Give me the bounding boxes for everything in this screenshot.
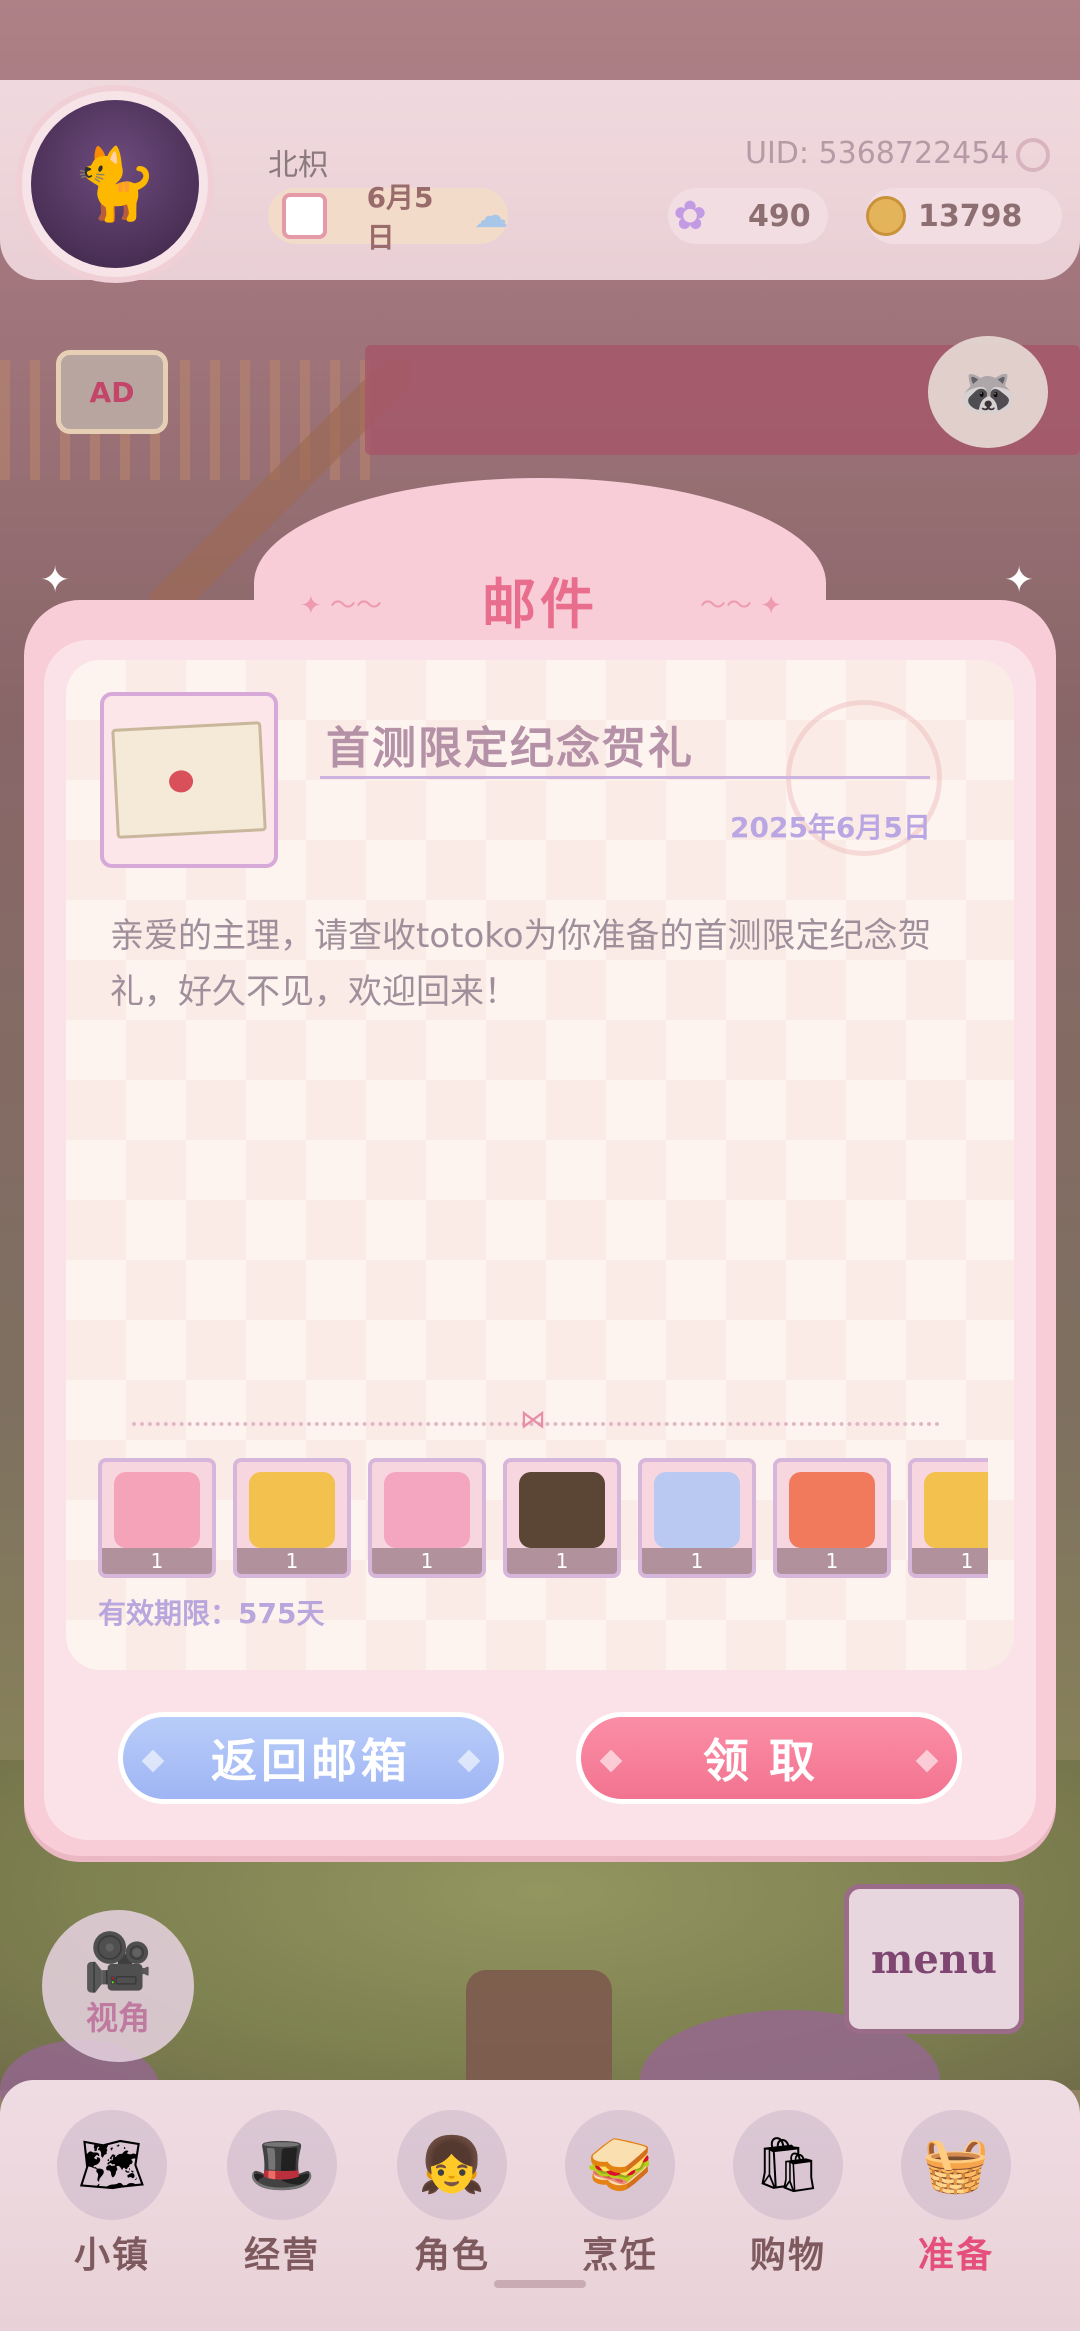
gem-amount: 490 [748,198,811,234]
coin-counter[interactable]: 13798 [866,188,1062,244]
reward-item[interactable]: 1 [908,1458,988,1578]
weather-cloud-icon: ☁ [474,196,508,236]
basket-icon: 🧺 [901,2110,1011,2220]
player-avatar[interactable]: 🐈 [16,85,214,283]
copy-uid-icon[interactable] [1016,138,1050,172]
gem-flower-icon: ✿ [673,193,707,239]
reward-count: 1 [237,1548,347,1574]
mail-title: 首测限定纪念贺礼 [326,723,694,774]
black-cat-icon: 🐈 [31,100,199,268]
nav-label: 准备 [917,2235,994,2276]
character-icon: 👧 [397,2110,507,2220]
calendar-icon [282,193,327,239]
reward-count: 1 [372,1548,482,1574]
camera-icon: 🎥 [83,1930,153,1995]
reward-item[interactable]: 1 [233,1458,351,1578]
current-date: 6月5日 [366,181,434,254]
reward-item[interactable]: 1 [503,1458,621,1578]
reward-item[interactable]: 1 [368,1458,486,1578]
nav-prepare[interactable]: 🧺 准备 [876,2110,1036,2310]
title-underline [320,776,930,779]
nav-label: 经营 [243,2235,320,2276]
map-icon: 🗺 [57,2110,167,2220]
nav-town[interactable]: 🗺 小镇 [32,2110,192,2310]
claim-button[interactable]: 领取 [576,1712,962,1804]
nav-business[interactable]: 🎩 经营 [202,2110,362,2310]
view-angle-button[interactable]: 🎥 视角 [42,1910,194,2062]
ribbon-bow-icon: ⋈ [520,1405,546,1435]
nav-label: 小镇 [73,2235,150,2276]
coin-icon [866,196,906,236]
coin-amount: 13798 [918,198,1023,234]
reward-list[interactable]: 1 1 1 1 1 1 1 [98,1458,988,1584]
view-angle-label: 视角 [85,1999,150,2037]
wreath-icon [249,1472,335,1548]
bed-icon [114,1472,200,1548]
title-flourish-right: ～～ ✦ [700,591,783,621]
gem-counter[interactable]: ✿ 490 [668,188,828,244]
raccoon-chat-icon[interactable]: 🦝 [928,336,1048,448]
mail-date: 2025年6月5日 [730,811,931,844]
mail-body-text: 亲爱的主理，请查收totoko为你准备的首测限定纪念贺礼，好久不见，欢迎回来！ [110,916,932,1012]
pink-dress-icon [384,1472,470,1548]
maid-dress-icon [519,1472,605,1548]
nav-label: 烹饪 [581,2235,658,2276]
sandwich-icon: 🥪 [565,2110,675,2220]
reward-count: 1 [912,1548,988,1574]
back-to-mailbox-button[interactable]: 返回邮箱 [118,1712,504,1804]
envelope-icon [111,721,267,839]
menu-book-button[interactable]: menu [844,1884,1024,2034]
reward-count: 1 [777,1548,887,1574]
button-diamond-icon [141,1749,165,1773]
ad-tv-button[interactable]: AD [56,350,168,434]
back-button-label: 返回邮箱 [211,1734,411,1788]
flower-hair-icon [789,1472,875,1548]
garden-lamp [466,1970,612,2090]
mail-envelope-thumbnail [100,692,278,868]
cat-outfit-icon [654,1472,740,1548]
locked-hat-icon: 🎩 [227,2110,337,2220]
flower-hair-icon [924,1472,988,1548]
nav-label: 角色 [413,2235,490,2276]
reward-item[interactable]: 1 [773,1458,891,1578]
player-name: 北枳 [268,148,328,183]
mail-window-title: 邮件 [482,573,598,636]
reward-count: 1 [507,1548,617,1574]
reward-item[interactable]: 1 [638,1458,756,1578]
reward-item[interactable]: 1 [98,1458,216,1578]
reward-count: 1 [102,1548,212,1574]
reward-count: 1 [642,1548,752,1574]
expiry-text: 有效期限：575天 [98,1597,325,1630]
date-indicator: 6月5日 ☁ [268,181,508,254]
nav-shopping[interactable]: 🛍 购物 [708,2110,868,2310]
nav-label: 购物 [749,2235,826,2276]
button-diamond-icon [457,1749,481,1773]
shopping-bag-icon: 🛍 [733,2110,843,2220]
button-diamond-icon [599,1749,623,1773]
home-indicator[interactable] [494,2280,586,2288]
player-uid: UID: 5368722454 [745,136,1010,171]
button-diamond-icon [915,1749,939,1773]
claim-button-label: 领取 [703,1734,835,1788]
